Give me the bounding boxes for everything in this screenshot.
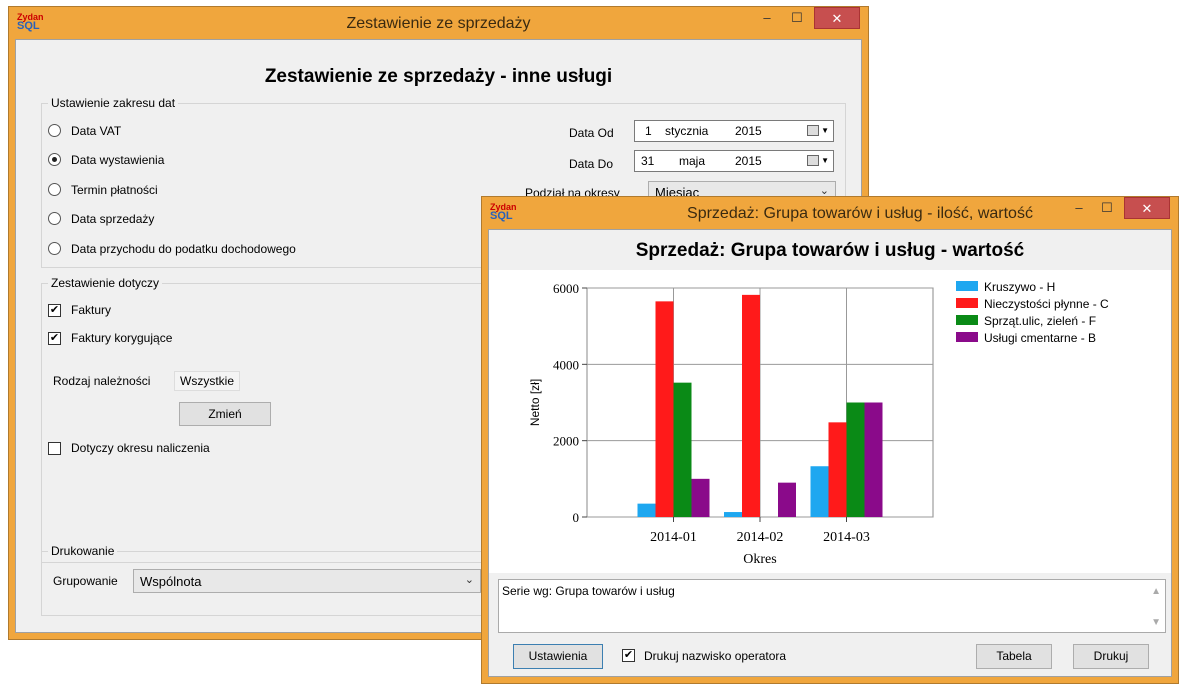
series-info-box: Serie wg: Grupa towarów i usług ▲ ▼ bbox=[498, 579, 1166, 633]
radio-label: Data sprzedaży bbox=[71, 212, 155, 226]
bar bbox=[846, 402, 865, 517]
bar bbox=[778, 482, 796, 517]
series-info-text: Serie wg: Grupa towarów i usług bbox=[502, 584, 675, 598]
radio-label: Data przychodu do podatku dochodowego bbox=[71, 242, 296, 256]
date-from-year: 2015 bbox=[735, 124, 762, 138]
radio-termin-platnosci[interactable] bbox=[48, 183, 61, 196]
page-title: Zestawienie ze sprzedaży - inne usługi bbox=[264, 66, 613, 87]
maximize-button[interactable]: ☐ bbox=[1092, 197, 1122, 219]
printing-legend: Drukowanie bbox=[48, 544, 118, 558]
receivable-value: Wszystkie bbox=[174, 371, 240, 391]
radio-label: Data VAT bbox=[71, 124, 122, 138]
date-to-label: Data Do bbox=[569, 157, 614, 171]
table-button[interactable]: Tabela bbox=[976, 644, 1052, 669]
maximize-button[interactable]: ☐ bbox=[782, 7, 812, 29]
date-to-year: 2015 bbox=[735, 154, 762, 168]
date-range-legend: Ustawienie zakresu dat bbox=[48, 96, 179, 110]
y-tick-label: 0 bbox=[573, 510, 580, 525]
bar bbox=[828, 422, 847, 517]
legend-label: Kruszywo - H bbox=[984, 280, 1055, 294]
app-logo-icon: Zydan SQL bbox=[490, 202, 517, 222]
grouping-select[interactable]: Wspólnota ⌄ bbox=[133, 569, 481, 593]
legend-swatch bbox=[956, 315, 978, 325]
print-operator-checkbox[interactable]: ✔ bbox=[622, 649, 635, 662]
main-titlebar[interactable]: Zydan SQL Zestawienie ze sprzedaży – ☐ ✕ bbox=[9, 7, 868, 39]
legend-swatch bbox=[956, 298, 978, 308]
x-axis-title: Okres bbox=[743, 552, 776, 567]
calendar-icon[interactable] bbox=[807, 155, 819, 166]
close-button[interactable]: ✕ bbox=[814, 7, 860, 29]
change-button[interactable]: Zmień bbox=[179, 402, 271, 426]
chevron-down-icon[interactable]: ⌄ bbox=[465, 573, 474, 586]
corrections-checkbox[interactable]: ✔ bbox=[48, 332, 61, 345]
legend-swatch bbox=[956, 281, 978, 291]
radio-data-sprzedazy[interactable] bbox=[48, 212, 61, 225]
receivable-label: Rodzaj należności bbox=[53, 374, 151, 388]
radio-data-wystawienia[interactable] bbox=[48, 153, 61, 166]
chevron-down-icon[interactable]: ▼ bbox=[821, 126, 829, 135]
accrual-label: Dotyczy okresu naliczenia bbox=[71, 441, 210, 455]
y-tick-label: 6000 bbox=[553, 281, 579, 296]
invoices-checkbox[interactable]: ✔ bbox=[48, 304, 61, 317]
chart-client-area: Sprzedaż: Grupa towarów i usług - wartoś… bbox=[488, 229, 1172, 677]
accrual-checkbox[interactable] bbox=[48, 442, 61, 455]
y-tick-label: 4000 bbox=[553, 357, 579, 372]
radio-label: Termin płatności bbox=[71, 183, 158, 197]
y-tick-label: 2000 bbox=[553, 434, 579, 449]
x-tick-label: 2014-03 bbox=[823, 530, 870, 545]
date-to-day: 31 bbox=[641, 154, 655, 168]
bar bbox=[724, 512, 742, 517]
chart-titlebar[interactable]: Zydan SQL Sprzedaż: Grupa towarów i usług… bbox=[482, 197, 1178, 229]
chart-window: Zydan SQL Sprzedaż: Grupa towarów i usług… bbox=[481, 196, 1179, 684]
chart-area: Sprzedaż: Grupa towarów i usług - wartoś… bbox=[489, 230, 1171, 573]
chart-title: Sprzedaż: Grupa towarów i usług - wartoś… bbox=[636, 240, 1025, 261]
radio-data-przychodu[interactable] bbox=[48, 242, 61, 255]
scope-legend: Zestawienie dotyczy bbox=[48, 276, 163, 290]
invoices-label: Faktury bbox=[71, 303, 112, 317]
main-window-title: Zestawienie ze sprzedaży bbox=[346, 15, 531, 32]
close-button[interactable]: ✕ bbox=[1124, 197, 1170, 219]
bar bbox=[673, 382, 692, 517]
chevron-down-icon[interactable]: ▼ bbox=[821, 156, 829, 165]
minimize-button[interactable]: – bbox=[752, 7, 782, 29]
corrections-label: Faktury korygujące bbox=[71, 331, 173, 345]
bar bbox=[637, 503, 656, 517]
calendar-icon[interactable] bbox=[807, 125, 819, 136]
print-operator-label: Drukuj nazwisko operatora bbox=[644, 649, 787, 663]
date-to-picker[interactable]: 31 maja 2015 ▼ bbox=[634, 150, 834, 172]
radio-data-vat[interactable] bbox=[48, 124, 61, 137]
date-from-day: 1 bbox=[645, 124, 652, 138]
x-tick-label: 2014-02 bbox=[737, 530, 784, 545]
date-from-picker[interactable]: 1 stycznia 2015 ▼ bbox=[634, 120, 834, 142]
minimize-button[interactable]: – bbox=[1064, 197, 1094, 219]
bar bbox=[742, 294, 760, 517]
bar bbox=[864, 402, 883, 517]
grouping-value: Wspólnota bbox=[140, 574, 202, 589]
bar-chart: Sprzedaż: Grupa towarów i usług - wartoś… bbox=[489, 230, 1171, 567]
bar bbox=[810, 466, 829, 517]
radio-label: Data wystawienia bbox=[71, 153, 165, 167]
date-from-label: Data Od bbox=[569, 126, 614, 140]
settings-button[interactable]: Ustawienia bbox=[513, 644, 603, 669]
legend-label: Nieczystości płynne - C bbox=[984, 297, 1109, 311]
legend-label: Sprząt.ulic, zieleń - F bbox=[984, 314, 1096, 328]
bar bbox=[691, 478, 710, 517]
grouping-label: Grupowanie bbox=[53, 574, 118, 588]
bar bbox=[655, 301, 674, 517]
print-button[interactable]: Drukuj bbox=[1073, 644, 1149, 669]
legend-label: Usługi cmentarne - B bbox=[984, 331, 1096, 345]
date-from-month: stycznia bbox=[665, 124, 709, 138]
legend-swatch bbox=[956, 332, 978, 342]
scroll-down-icon[interactable]: ▼ bbox=[1151, 617, 1161, 628]
scroll-up-icon[interactable]: ▲ bbox=[1151, 586, 1161, 597]
y-axis-title: Netto [zł] bbox=[528, 379, 542, 426]
x-tick-label: 2014-01 bbox=[650, 530, 697, 545]
date-to-month: maja bbox=[679, 154, 706, 168]
